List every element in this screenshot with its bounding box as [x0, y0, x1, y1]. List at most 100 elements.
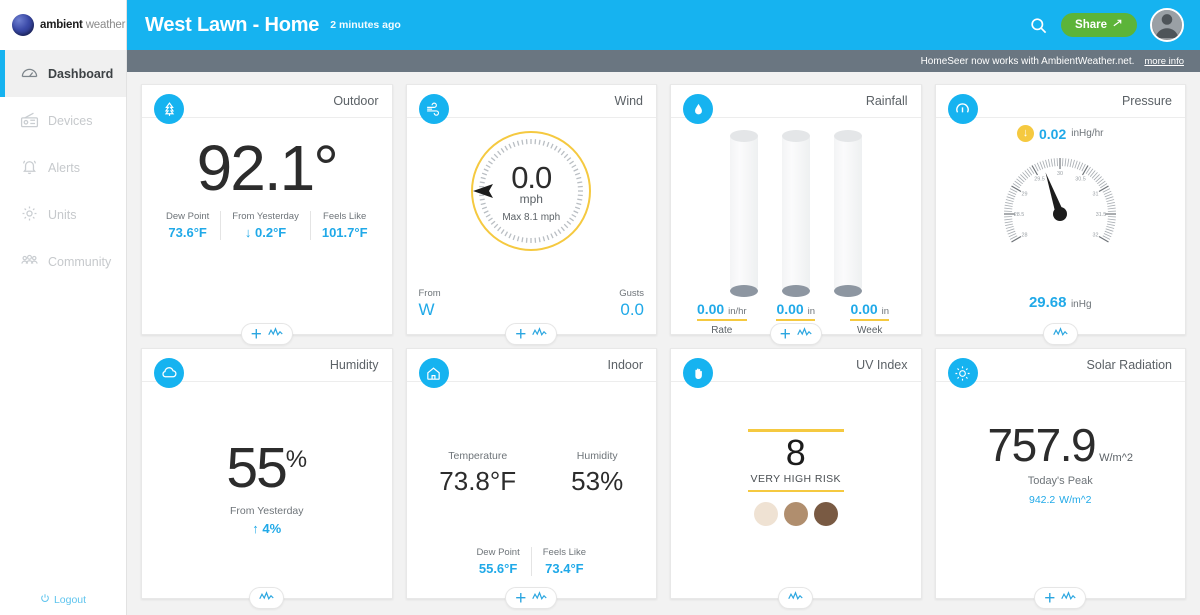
card-actions-pressure[interactable] [1042, 323, 1078, 345]
avatar-icon [1152, 10, 1182, 38]
bell-icon [20, 157, 39, 179]
indoor-humidity: Humidity 53% [571, 450, 623, 497]
card-actions-wind[interactable]: + [505, 323, 558, 345]
stat-label: Feels Like [542, 547, 587, 558]
wind-direction-needle [473, 184, 494, 198]
chart-icon[interactable] [532, 325, 547, 343]
home-icon [418, 358, 449, 388]
sidebar: ambient weather Dashboard Devices Alerts… [0, 0, 127, 615]
card-footer: + [142, 323, 392, 345]
humidity-number: 55 [226, 436, 287, 500]
card-title: Humidity [329, 358, 379, 372]
svg-text:29.5: 29.5 [1035, 177, 1046, 183]
sidebar-item-dashboard[interactable]: Dashboard [0, 50, 126, 97]
rain-rate-value: 0.00 [696, 301, 725, 317]
card-actions-solar[interactable]: + [1034, 587, 1087, 609]
stat-value: 101.7°F [321, 225, 368, 240]
outdoor-stats: Dew Point 73.6°F From Yesterday ↓ 0.2°F … [155, 211, 379, 240]
solar-peak-unit: W/m^2 [1059, 494, 1092, 506]
add-icon[interactable]: + [1044, 589, 1055, 608]
arrow-right-icon [1112, 18, 1123, 32]
rain-week-value: 0.00 [850, 301, 878, 317]
add-icon[interactable]: + [251, 325, 262, 344]
people-icon [20, 251, 39, 273]
stat-label: From Yesterday [232, 211, 299, 222]
pressure-dial: 28 28.5 29 29.5 30 30.5 31 31.5 32 [936, 140, 1186, 258]
svg-text:28.5: 28.5 [1014, 212, 1025, 218]
svg-text:30: 30 [1057, 171, 1063, 177]
humidity-value: 55% [226, 440, 307, 497]
chart-icon[interactable] [1061, 589, 1076, 607]
stat-value: 73.6°F [168, 225, 207, 240]
card-footer [671, 587, 921, 609]
card-body: ↓ 0.02 inHg/hr 28 28.5 29 29.5 30 30.5 31 31.5 3… [936, 118, 1186, 334]
chart-icon[interactable] [532, 589, 547, 607]
brand-logo[interactable]: ambient weather [0, 0, 126, 50]
stat-value: ↓ 0.2°F [244, 225, 287, 240]
card-body: 757.9 W/m^2 Today's Peak 942.2 W/m^2 [936, 382, 1186, 598]
card-body: 0.0 mph Max 8.1 mph From W Gusts 0.0 [407, 118, 657, 334]
pressure-value: 29.68 [1028, 294, 1067, 311]
card-title: Wind [614, 94, 643, 108]
card-humidity: Humidity 55% From Yesterday ↑ 4% [141, 348, 393, 609]
add-icon[interactable]: + [780, 325, 791, 344]
chart-icon[interactable] [268, 325, 283, 343]
chart-icon[interactable] [259, 589, 274, 607]
card-body: 92.1° Dew Point 73.6°F From Yesterday ↓ … [142, 118, 392, 334]
card-actions-humidity[interactable] [249, 587, 285, 609]
sidebar-item-label: Community [48, 254, 112, 269]
card-header: Rainfall [671, 85, 921, 124]
sidebar-item-units[interactable]: Units [0, 191, 126, 238]
avatar[interactable] [1150, 8, 1184, 42]
card-header: Humidity [142, 349, 392, 388]
card-body: Temperature 73.8°F Humidity 53% Dew Poin… [407, 382, 657, 598]
card-footer: + [407, 323, 657, 345]
indoor-stat-feels-like: Feels Like 73.4°F [530, 547, 597, 576]
card-solar-radiation: Solar Radiation 757.9 W/m^2 Today's Peak… [934, 348, 1186, 609]
brand-name-light: weather [85, 19, 126, 31]
solar-peak-value: 942.2 [1028, 494, 1056, 506]
card-header: Wind [406, 85, 656, 124]
card-actions-indoor[interactable]: + [505, 587, 558, 609]
rain-week-unit: in [881, 306, 890, 317]
logout-button[interactable]: Logout [0, 593, 126, 615]
sidebar-item-label: Dashboard [48, 66, 114, 81]
card-footer [142, 587, 392, 609]
card-footer: + [671, 323, 921, 345]
chart-icon[interactable] [797, 325, 812, 343]
sidebar-item-alerts[interactable]: Alerts [0, 144, 126, 191]
solar-unit: W/m^2 [1099, 452, 1133, 464]
rain-tube-day [781, 130, 810, 297]
svg-text:31.5: 31.5 [1096, 212, 1107, 218]
card-actions-outdoor[interactable]: + [240, 323, 293, 345]
chart-icon[interactable] [1052, 325, 1068, 343]
share-button[interactable]: Share [1061, 13, 1137, 37]
stat-label: Feels Like [323, 211, 367, 222]
chart-icon[interactable] [788, 589, 803, 607]
search-icon[interactable] [1029, 16, 1048, 35]
add-icon[interactable]: + [515, 325, 526, 344]
solar-peak-label: Today's Peak [1027, 475, 1093, 487]
top-header: West Lawn - Home 2 minutes ago Share [127, 0, 1200, 50]
add-icon[interactable]: + [515, 589, 526, 608]
card-header: Solar Radiation [935, 349, 1185, 388]
sidebar-item-devices[interactable]: Devices [0, 97, 126, 144]
sidebar-nav: Dashboard Devices Alerts Units Community [0, 50, 126, 285]
rain-gauges [671, 118, 921, 297]
device-icon [20, 110, 39, 132]
card-title: Rainfall [865, 94, 908, 108]
indoor-hum-value: 53% [571, 466, 624, 496]
card-actions-rainfall[interactable]: + [769, 323, 822, 345]
wind-footer-stats: From W Gusts 0.0 [419, 288, 645, 320]
notice-text: HomeSeer now works with AmbientWeather.n… [920, 55, 1135, 67]
indoor-temp-label: Temperature [448, 450, 508, 462]
sidebar-item-community[interactable]: Community [0, 238, 126, 285]
brand-name: ambient weather [40, 19, 125, 31]
wind-direction-value: W [418, 300, 435, 319]
app-root: ambient weather Dashboard Devices Alerts… [0, 0, 1200, 615]
card-actions-uv[interactable] [778, 587, 814, 609]
notice-more-info-link[interactable]: more info [1144, 56, 1184, 67]
card-header: Indoor [406, 349, 656, 388]
card-pressure: Pressure ↓ 0.02 inHg/hr 28 28.5 29 29.5 30 30… [934, 84, 1186, 345]
card-title: UV Index [856, 358, 908, 372]
